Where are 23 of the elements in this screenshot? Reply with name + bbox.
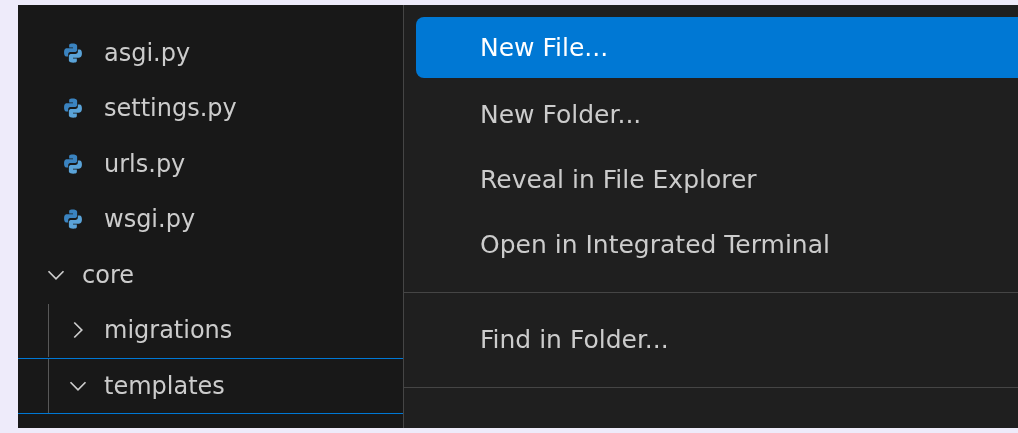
- menu-item[interactable]: Open in Integrated Terminal: [416, 212, 1018, 277]
- tree-item[interactable]: urls.py: [18, 136, 403, 192]
- tree-item[interactable]: settings.py: [18, 80, 403, 136]
- python-file-icon: [62, 152, 84, 175]
- file-name: asgi.py: [104, 38, 191, 67]
- menu-item[interactable]: Find in Folder...: [416, 307, 1018, 372]
- menu-item[interactable]: New Folder...: [416, 82, 1018, 147]
- python-file-icon: [62, 41, 84, 64]
- file-name: wsgi.py: [104, 205, 196, 234]
- file-name: settings.py: [104, 94, 237, 123]
- file-name: migrations: [104, 316, 233, 345]
- tree-item[interactable]: templates: [18, 358, 403, 414]
- tree-item[interactable]: core: [18, 247, 403, 303]
- tree-item[interactable]: wsgi.py: [18, 191, 403, 247]
- python-file-icon: [62, 208, 84, 231]
- tree-item[interactable]: migrations: [18, 302, 403, 358]
- python-file-icon: [62, 97, 84, 120]
- tree-item[interactable]: asgi.py: [18, 25, 403, 81]
- menu-item[interactable]: Reveal in File Explorer: [416, 147, 1018, 212]
- file-name: templates: [104, 371, 225, 400]
- file-name: core: [82, 260, 134, 289]
- file-name: urls.py: [104, 149, 186, 178]
- menu-item[interactable]: New File...: [416, 17, 1018, 78]
